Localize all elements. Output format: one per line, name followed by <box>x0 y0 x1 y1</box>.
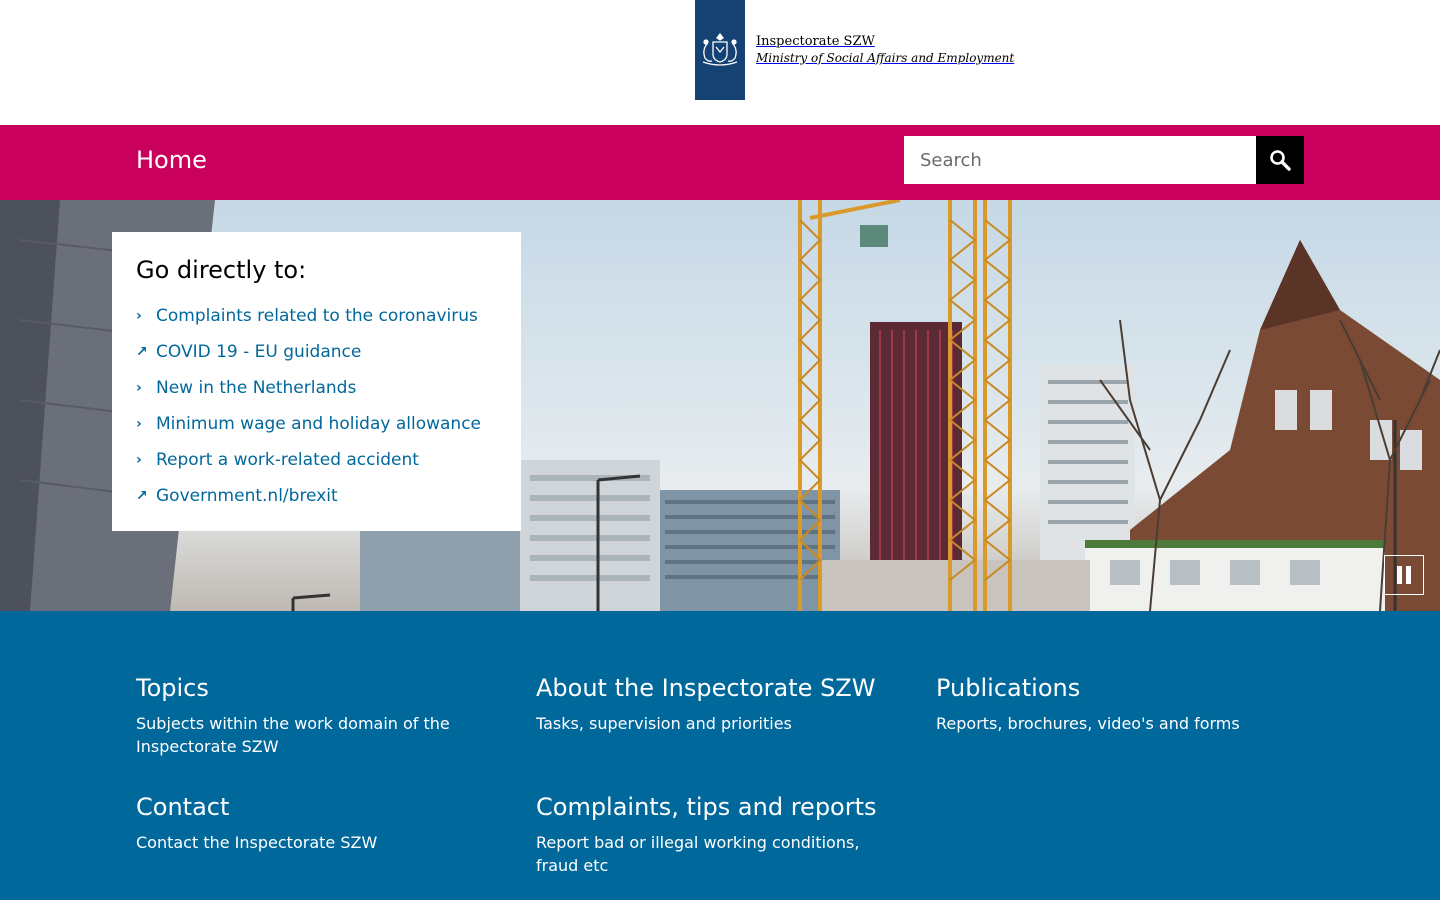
search-button[interactable] <box>1256 136 1304 184</box>
go-directly-item: › Report a work-related accident <box>136 442 497 478</box>
card-description: Report bad or illegal working conditions… <box>536 833 860 875</box>
chevron-right-icon: › <box>136 452 142 468</box>
go-directly-list: › Complaints related to the coronavirus … <box>136 298 497 514</box>
go-directly-link[interactable]: New in the Netherlands <box>156 378 356 398</box>
go-directly-item: › New in the Netherlands <box>136 370 497 406</box>
go-directly-title: Go directly to: <box>136 256 307 284</box>
go-directly-panel: Go directly to: › Complaints related to … <box>112 232 521 531</box>
card-topics: Topics Subjects within the work domain o… <box>136 674 496 758</box>
card-description: Contact the Inspectorate SZW <box>136 833 378 852</box>
main-navigation: Home <box>0 125 1440 200</box>
chevron-right-icon: › <box>136 416 142 432</box>
card-complaints: Complaints, tips and reports Report bad … <box>536 793 896 877</box>
card-description: Reports, brochures, video's and forms <box>936 714 1240 733</box>
nav-home-link[interactable]: Home <box>136 146 207 174</box>
topics-section: Topics Subjects within the work domain o… <box>0 611 1440 900</box>
chevron-right-icon: › <box>136 308 142 324</box>
logo-text: Inspectorate SZW Ministry of Social Affa… <box>756 33 1014 67</box>
card-description: Subjects within the work domain of the I… <box>136 714 450 756</box>
coat-of-arms-icon <box>695 0 745 100</box>
logo-title: Inspectorate SZW <box>756 34 875 49</box>
go-directly-item: ↗ Government.nl/brexit <box>136 478 497 514</box>
card-publications: Publications Reports, brochures, video's… <box>936 674 1296 735</box>
search-icon <box>1270 150 1291 171</box>
pause-icon <box>1397 566 1402 584</box>
card-title-link[interactable]: Topics <box>136 674 209 702</box>
carousel-pause-button[interactable] <box>1384 555 1424 595</box>
card-title-link[interactable]: Publications <box>936 674 1080 702</box>
go-directly-link[interactable]: COVID 19 - EU guidance <box>156 342 361 362</box>
go-directly-item: › Minimum wage and holiday allowance <box>136 406 497 442</box>
go-directly-link[interactable]: Minimum wage and holiday allowance <box>156 414 481 434</box>
card-contact: Contact Contact the Inspectorate SZW <box>136 793 496 854</box>
card-title-link[interactable]: Complaints, tips and reports <box>536 793 877 821</box>
hero-carousel: Go directly to: › Complaints related to … <box>0 200 1440 611</box>
card-title-link[interactable]: About the Inspectorate SZW <box>536 674 875 702</box>
go-directly-item: ↗ COVID 19 - EU guidance <box>136 334 497 370</box>
site-header: Inspectorate SZW Ministry of Social Affa… <box>0 0 1440 125</box>
go-directly-link[interactable]: Government.nl/brexit <box>156 486 338 506</box>
pause-icon <box>1406 566 1411 584</box>
arrow-up-right-icon: ↗ <box>136 488 148 504</box>
chevron-right-icon: › <box>136 380 142 396</box>
logo-subtitle: Ministry of Social Affairs and Employmen… <box>756 51 1015 65</box>
arrow-up-right-icon: ↗ <box>136 344 148 360</box>
card-about: About the Inspectorate SZW Tasks, superv… <box>536 674 896 735</box>
go-directly-link[interactable]: Report a work-related accident <box>156 450 419 470</box>
card-description: Tasks, supervision and priorities <box>536 714 792 733</box>
go-directly-link[interactable]: Complaints related to the coronavirus <box>156 306 478 326</box>
site-logo[interactable]: Inspectorate SZW Ministry of Social Affa… <box>695 0 1014 100</box>
search-input[interactable] <box>904 136 1256 184</box>
card-title-link[interactable]: Contact <box>136 793 229 821</box>
go-directly-item: › Complaints related to the coronavirus <box>136 298 497 334</box>
